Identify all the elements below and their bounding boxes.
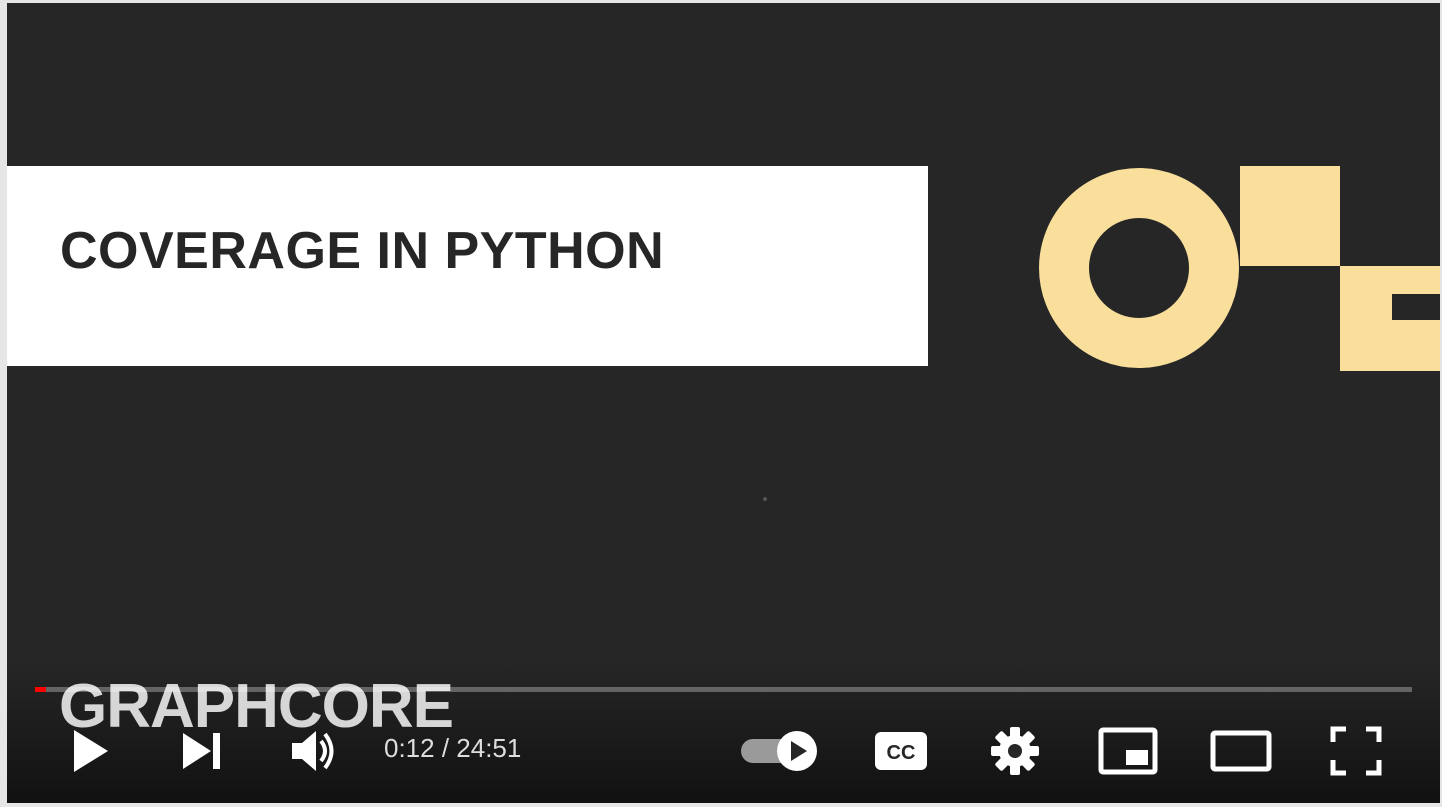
graphcore-watermark: GRAPHCORE xyxy=(59,672,454,741)
fullscreen-icon xyxy=(1330,726,1382,776)
next-button[interactable] xyxy=(177,727,227,775)
miniplayer-button[interactable] xyxy=(1097,725,1159,777)
mute-button[interactable] xyxy=(287,725,343,777)
theater-mode-button[interactable] xyxy=(1209,725,1273,777)
svg-text:CC: CC xyxy=(887,742,916,764)
progress-bar[interactable] xyxy=(35,687,1412,692)
volume-icon xyxy=(292,731,334,771)
video-frame: COVERAGE IN PYTHON GRAPHCORE 0:12 / 24:5… xyxy=(0,0,1442,807)
settings-icon xyxy=(991,727,1039,775)
time-display: 0:12 / 24:51 xyxy=(384,733,522,763)
play-button[interactable] xyxy=(65,725,115,777)
fullscreen-button[interactable] xyxy=(1329,725,1383,777)
captions-button[interactable]: CC xyxy=(873,729,929,773)
play-icon xyxy=(74,730,108,772)
progress-played xyxy=(35,687,47,692)
graphcore-brand-graphic xyxy=(1039,166,1440,371)
settings-button[interactable] xyxy=(989,725,1041,777)
autoplay-toggle[interactable] xyxy=(739,729,821,773)
captions-icon: CC xyxy=(875,732,927,770)
autoplay-toggle-icon xyxy=(741,731,817,771)
video-player[interactable]: COVERAGE IN PYTHON GRAPHCORE 0:12 / 24:5… xyxy=(7,3,1440,803)
miniplayer-icon xyxy=(1098,727,1158,775)
video-artifact-dot xyxy=(763,497,767,501)
theater-mode-icon xyxy=(1210,730,1272,772)
title-banner: COVERAGE IN PYTHON xyxy=(7,166,928,366)
video-title-card: COVERAGE IN PYTHON xyxy=(60,222,665,280)
next-icon xyxy=(183,733,220,769)
